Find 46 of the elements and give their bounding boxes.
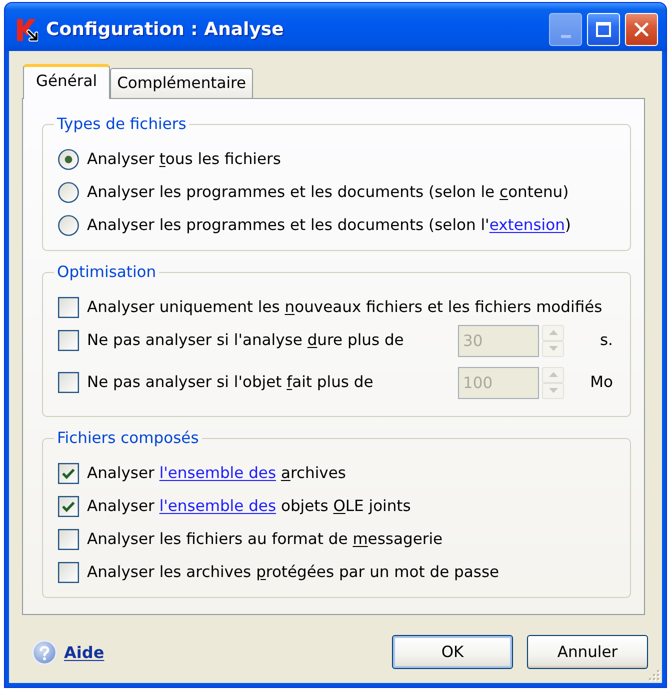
checkbox-label: Analyser les fichiers au format de messagerie: [87, 530, 443, 549]
tab[interactable]: Complémentaire: [110, 68, 254, 98]
app-logo-icon: [16, 18, 38, 42]
checkbox[interactable]: [58, 372, 79, 393]
checkbox[interactable]: [58, 463, 79, 484]
close-icon: [634, 22, 649, 37]
maximize-icon: [596, 22, 611, 37]
unit-label: Mo: [589, 373, 613, 392]
unit-label: s.: [598, 331, 613, 350]
checkbox[interactable]: [58, 562, 79, 583]
link[interactable]: l'ensemble des: [159, 464, 276, 482]
radio-button[interactable]: [58, 149, 79, 170]
link[interactable]: l'ensemble des: [159, 497, 276, 515]
checkbox-label: Analyser l'ensemble des archives: [87, 464, 346, 483]
caret-up-icon: [548, 330, 558, 335]
checkbox-label: Analyser les archives protégées par un mot de passe: [87, 563, 500, 582]
checkbox[interactable]: [58, 297, 79, 318]
caret-up-icon: [548, 372, 558, 377]
minimize-icon: [560, 35, 570, 38]
checkbox[interactable]: [58, 330, 79, 351]
option-label: Analyser les programmes et les documents (selon le contenu): [87, 183, 569, 202]
checkbox-label: Ne pas analyser si l'analyse dure plus de: [87, 331, 404, 350]
option-label: Analyser tous les fichiers: [87, 150, 281, 169]
radio-button[interactable]: [58, 182, 79, 203]
checkbox[interactable]: [58, 496, 79, 517]
help-link[interactable]: Aide: [64, 642, 104, 662]
help-icon: [32, 640, 57, 664]
close-button[interactable]: [625, 13, 658, 46]
group-title: Types de fichiers: [56, 115, 188, 134]
tab[interactable]: Général: [23, 64, 110, 99]
radio-button[interactable]: [58, 215, 79, 236]
checkbox-label: Analyser uniquement les nouveaux fichiers et les fichiers modifiés: [87, 298, 602, 317]
size-grip-icon[interactable]: [648, 669, 660, 681]
checkbox-label: Analyser l'ensemble des objets OLE joints: [87, 497, 411, 516]
window-title: Configuration : Analyse: [46, 18, 284, 40]
group-title: Optimisation: [56, 263, 158, 282]
caret-down-icon: [548, 388, 558, 393]
link[interactable]: extension: [489, 216, 565, 234]
maximize-button[interactable]: [587, 13, 620, 46]
group-title: Fichiers composés: [56, 429, 200, 448]
checkbox[interactable]: [58, 529, 79, 550]
caret-down-icon: [548, 346, 558, 351]
option-label: Analyser les programmes et les documents (selon l'extension): [87, 216, 571, 235]
cancel-button[interactable]: Annuler: [527, 635, 648, 669]
ok-button[interactable]: OK: [392, 635, 513, 669]
checkbox-label: Ne pas analyser si l'objet fait plus de: [87, 373, 374, 392]
